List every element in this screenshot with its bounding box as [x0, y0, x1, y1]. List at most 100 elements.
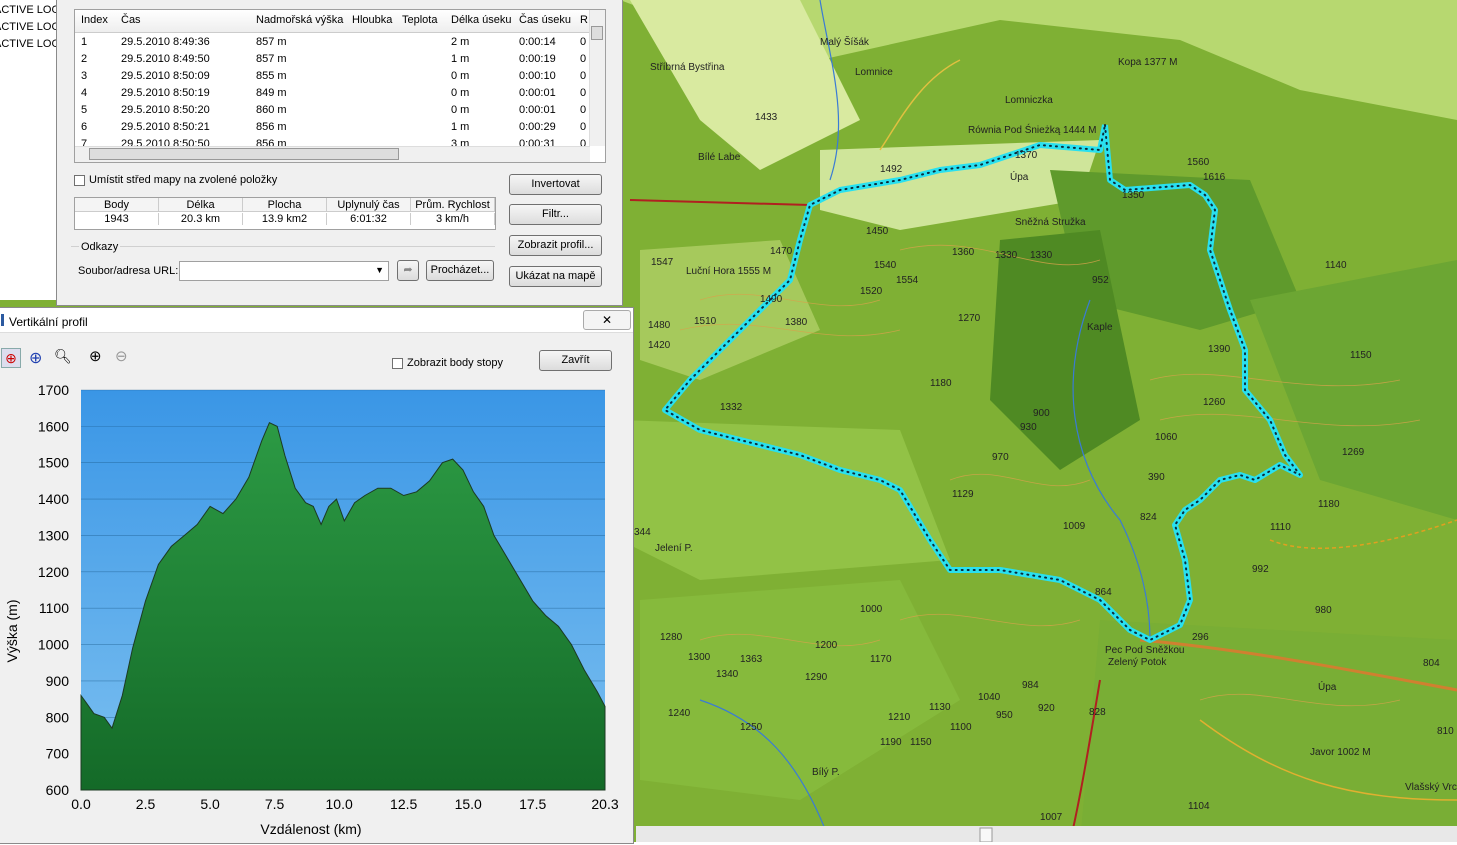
- table-cell: 4: [81, 87, 88, 99]
- map-label: 1280: [660, 632, 683, 643]
- horizontal-scrollbar[interactable]: [75, 146, 590, 162]
- map-label: 992: [1252, 564, 1269, 575]
- url-combobox[interactable]: ▼: [179, 261, 389, 281]
- table-header: Index Čas Nadmořská výška Hloubka Teplot…: [75, 10, 605, 33]
- stat-value: 20.3 km: [159, 213, 243, 225]
- table-row[interactable]: 6 29.5.2010 8:50:21 856 m 1 m 0:00:29 0: [75, 119, 587, 136]
- table-cell: 6: [81, 121, 88, 133]
- table-cell: 2 m: [451, 36, 470, 48]
- table-cell: 29.5.2010 8:49:50: [121, 53, 210, 65]
- table-row[interactable]: 5 29.5.2010 8:50:20 860 m 0 m 0:00:01 0: [75, 102, 587, 119]
- left-list[interactable]: ACTIVE LOG ACTIVE LOG ACTIVE LOG: [0, 0, 60, 300]
- stat-header: Plocha: [243, 198, 327, 212]
- table-cell: 855 m: [256, 70, 287, 82]
- map-label: 970: [992, 452, 1009, 463]
- track-stats: Body 1943 Délka 20.3 km Plocha 13.9 km2 Uplynu…: [74, 197, 496, 230]
- title-bar[interactable]: Vertikální profil ✕: [0, 308, 633, 333]
- map-label: Równia Pod Śnieżką 1444 M: [968, 123, 1096, 136]
- table-row[interactable]: 2 29.5.2010 8:49:50 857 m 1 m 0:00:19 0: [75, 51, 587, 68]
- invert-button[interactable]: Invertovat: [509, 174, 602, 195]
- map-label: 1370: [1015, 150, 1038, 161]
- close-icon[interactable]: ✕: [583, 310, 631, 330]
- center-map-checkbox[interactable]: [74, 175, 85, 186]
- map-label: 1150: [910, 737, 932, 748]
- column-header[interactable]: Nadmořská výška: [256, 14, 343, 26]
- table-cell: 0:00:14: [519, 36, 556, 48]
- map-label: 1616: [1203, 172, 1226, 183]
- table-cell: 0:00:29: [519, 121, 556, 133]
- table-cell: 29.5.2010 8:50:21: [121, 121, 210, 133]
- table-row[interactable]: 3 29.5.2010 8:50:09 855 m 0 m 0:00:10 0: [75, 68, 587, 85]
- table-cell: 0: [580, 53, 587, 65]
- list-item[interactable]: ACTIVE LOG: [0, 21, 60, 33]
- map-label: 390: [1148, 472, 1165, 483]
- map-label: 804: [1423, 658, 1440, 669]
- y-tick-label: 1400: [38, 491, 69, 507]
- filter-button[interactable]: Filtr...: [509, 204, 602, 225]
- map-label: 1480: [648, 320, 671, 331]
- browse-button[interactable]: Procházet...: [426, 260, 494, 281]
- stat-header: Uplynulý čas: [327, 198, 411, 212]
- column-header[interactable]: Čas: [121, 14, 141, 26]
- list-item[interactable]: ACTIVE LOG: [0, 4, 60, 16]
- map-label: 1560: [1187, 157, 1210, 168]
- column-header[interactable]: Délka úseku: [451, 14, 512, 26]
- column-header[interactable]: Index: [81, 14, 108, 26]
- zoom-out-icon[interactable]: ⊖: [115, 347, 128, 365]
- y-tick-label: 1000: [38, 637, 69, 653]
- vertical-profile-window: Vertikální profil ✕ ⊕ ⊕ 🔍︎ ⊕ ⊖ Zobrazit …: [0, 307, 634, 844]
- table-cell: 29.5.2010 8:50:20: [121, 104, 210, 116]
- track-points-table[interactable]: Index Čas Nadmořská výška Hloubka Teplot…: [74, 9, 606, 163]
- x-tick-label: 7.5: [265, 796, 285, 812]
- map-label: 1130: [929, 702, 951, 713]
- show-points-checkbox[interactable]: [392, 358, 403, 369]
- table-cell: 3: [81, 70, 88, 82]
- map-label: 1340: [716, 669, 739, 680]
- table-row[interactable]: 4 29.5.2010 8:50:19 849 m 0 m 0:00:01 0: [75, 85, 587, 102]
- close-button[interactable]: Zavřít: [539, 350, 612, 371]
- table-cell: 29.5.2010 8:50:19: [121, 87, 210, 99]
- column-header[interactable]: Čas úseku: [519, 14, 571, 26]
- column-header[interactable]: R: [580, 14, 588, 26]
- show-points-label: Zobrazit body stopy: [407, 357, 503, 369]
- map-label: Sněžná Stružka: [1015, 217, 1086, 228]
- map-label: 1490: [760, 294, 783, 305]
- map-label: Zelený Potok: [1108, 657, 1167, 668]
- column-header[interactable]: Hloubka: [352, 14, 392, 26]
- zoom-select-icon[interactable]: 🔍︎: [54, 348, 72, 365]
- vertical-scrollbar[interactable]: [589, 10, 605, 146]
- map-label: 1330: [995, 250, 1018, 261]
- list-item[interactable]: ACTIVE LOG: [0, 38, 60, 50]
- column-header[interactable]: Teplota: [402, 14, 437, 26]
- map-label: 1350: [1122, 190, 1145, 201]
- map-label: 1200: [815, 640, 838, 651]
- table-cell: 5: [81, 104, 88, 116]
- chevron-down-icon[interactable]: ▼: [375, 265, 384, 275]
- y-tick-label: 1500: [38, 455, 69, 471]
- x-tick-label: 12.5: [390, 796, 417, 812]
- pan-icon[interactable]: ⊕: [29, 348, 42, 368]
- table-cell: 0:00:19: [519, 53, 556, 65]
- table-row[interactable]: 1 29.5.2010 8:49:36 857 m 2 m 0:00:14 0: [75, 34, 587, 51]
- scroll-thumb[interactable]: [89, 148, 399, 160]
- elevation-profile-chart[interactable]: 1700 1600 1500 1400 1300 1200 1100 1000 900 800 70…: [0, 376, 633, 845]
- map-label: 1540: [874, 260, 897, 271]
- map-label: 1510: [694, 316, 717, 327]
- map-label: 1007: [1040, 812, 1063, 823]
- y-tick-label: 600: [46, 782, 70, 798]
- map-label: 1180: [1318, 499, 1340, 510]
- table-cell: 0: [580, 121, 587, 133]
- map-label: 930: [1020, 422, 1037, 433]
- table-cell: 0 m: [451, 104, 470, 116]
- crosshair-icon[interactable]: ⊕: [1, 348, 21, 368]
- y-tick-label: 900: [46, 673, 70, 689]
- map-label: 1104: [1188, 801, 1210, 812]
- map-label: 1420: [648, 340, 671, 351]
- scroll-thumb[interactable]: [591, 26, 603, 40]
- show-on-map-button[interactable]: Ukázat na mapě: [509, 266, 602, 287]
- show-profile-button[interactable]: Zobrazit profil...: [509, 235, 602, 256]
- zoom-in-icon[interactable]: ⊕: [89, 347, 102, 365]
- map-label: 1210: [888, 712, 911, 723]
- go-arrow-button[interactable]: ➦: [397, 260, 419, 281]
- map-label: Kaple: [1087, 322, 1113, 333]
